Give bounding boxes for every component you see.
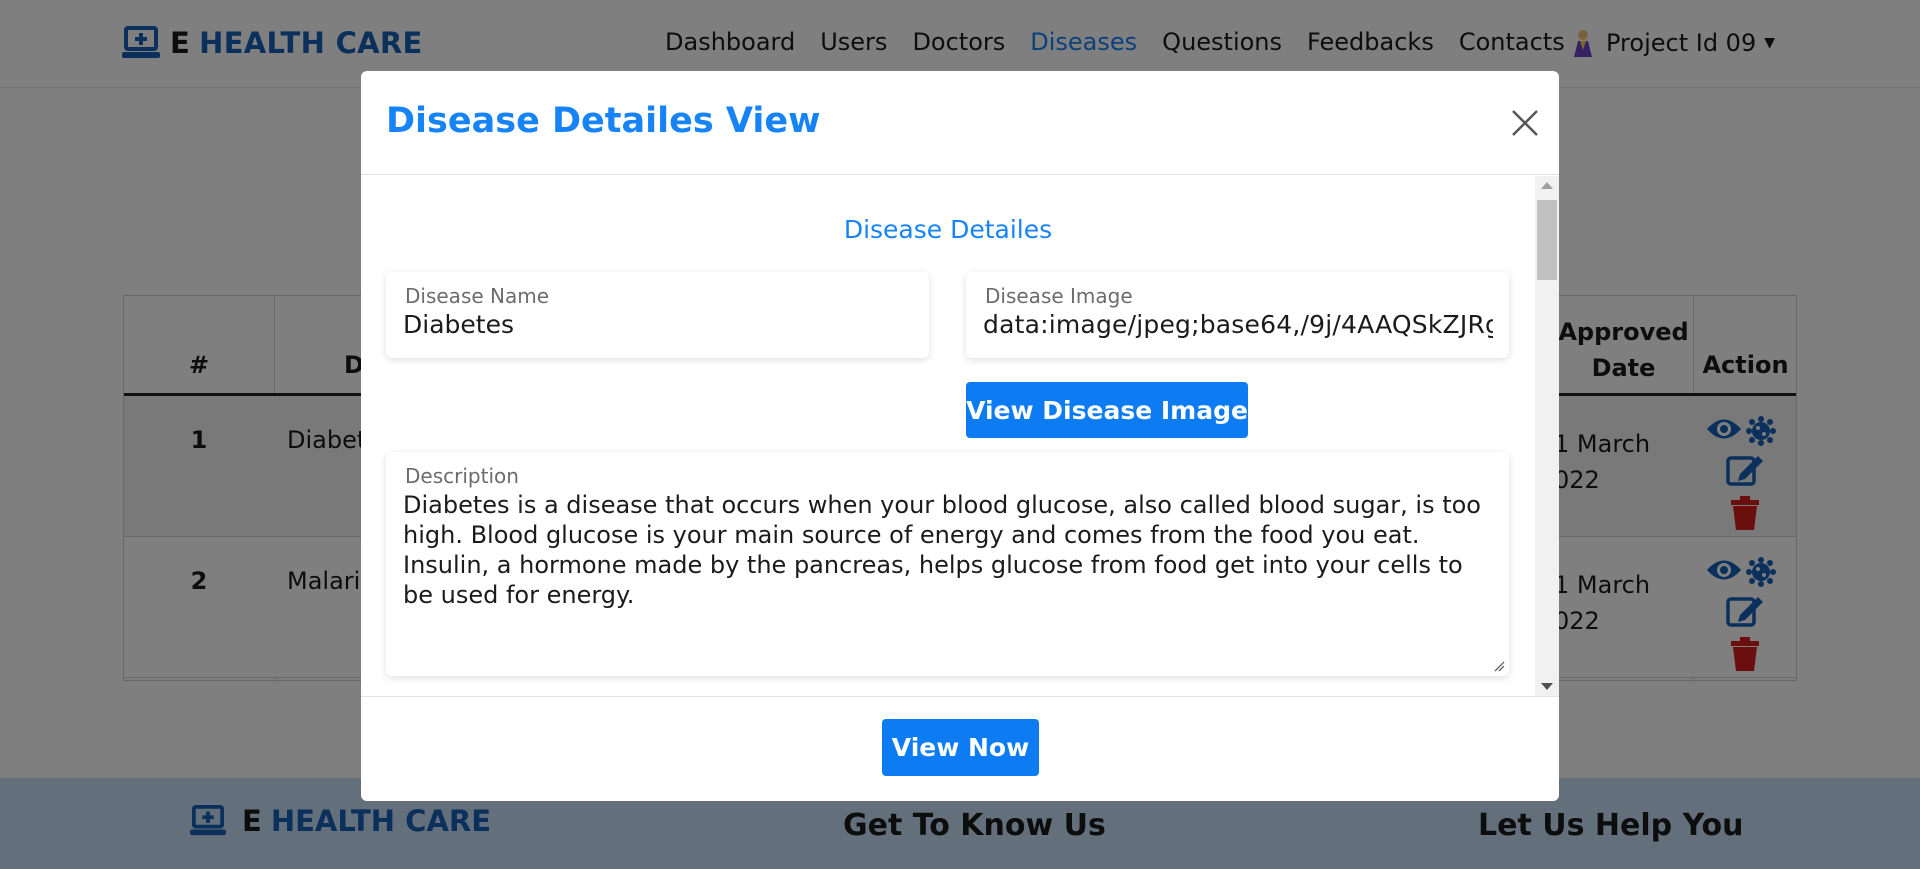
description-textarea[interactable]: Diabetes is a disease that occurs when y… (403, 490, 1493, 610)
disease-name-value[interactable]: Diabetes (403, 310, 514, 339)
view-disease-image-button[interactable]: View Disease Image (966, 382, 1248, 438)
scrollbar-thumb[interactable] (1537, 200, 1557, 280)
description-label: Description (405, 464, 519, 488)
modal-header: Disease Detailes View (361, 71, 1559, 175)
scroll-down-arrow-icon[interactable] (1541, 683, 1553, 690)
disease-image-label: Disease Image (985, 284, 1133, 308)
scroll-up-arrow-icon[interactable] (1541, 182, 1553, 189)
disease-details-modal: Disease Detailes View Disease Detailes D… (361, 71, 1559, 801)
disease-name-field[interactable]: Disease Name Diabetes (386, 272, 929, 358)
resize-handle-icon[interactable] (1493, 660, 1505, 672)
disease-name-label: Disease Name (405, 284, 550, 308)
section-title: Disease Detailes (843, 215, 1053, 244)
disease-image-value[interactable]: data:image/jpeg;base64,/9j/4AAQSkZJRgABA… (983, 310, 1493, 339)
modal-scrollbar[interactable] (1535, 176, 1559, 696)
modal-body: Disease Detailes Disease Name Diabetes D… (361, 176, 1559, 696)
description-field[interactable]: Description Diabetes is a disease that o… (386, 452, 1509, 676)
disease-image-field[interactable]: Disease Image data:image/jpeg;base64,/9j… (966, 272, 1509, 358)
view-now-button[interactable]: View Now (882, 719, 1039, 776)
close-icon[interactable] (1509, 107, 1541, 139)
modal-title: Disease Detailes View (386, 101, 821, 141)
modal-footer: View Now (361, 696, 1559, 801)
